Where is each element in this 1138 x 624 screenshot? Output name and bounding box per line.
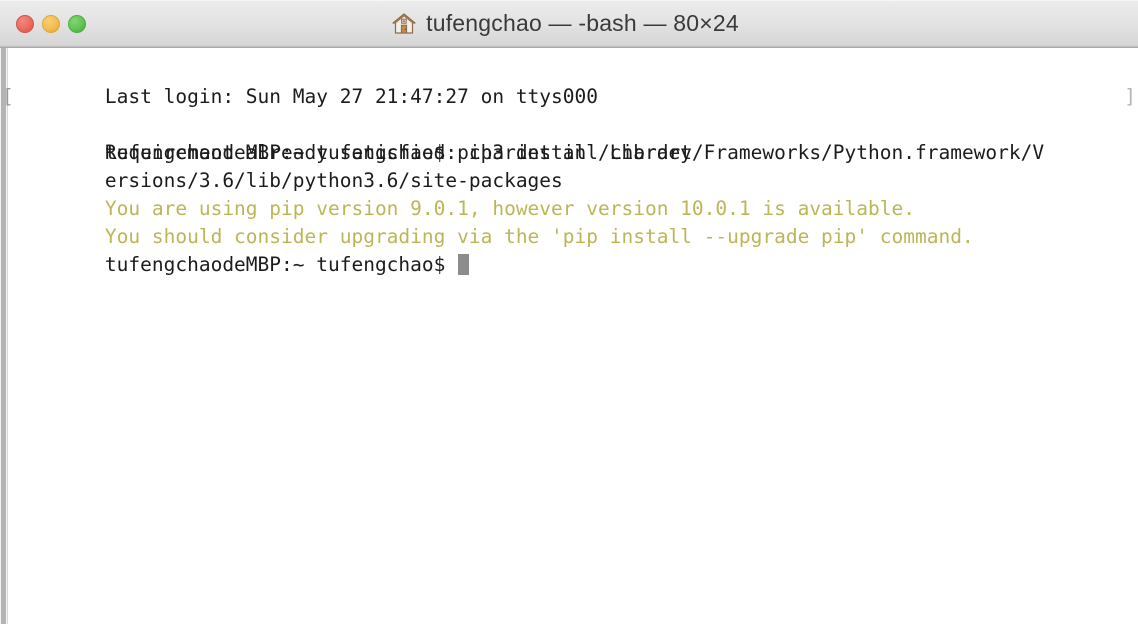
bracketed-paste-open-marker: [	[2, 85, 14, 108]
terminal-prompt: tufengchaodeMBP:~ tufengchao$	[104, 253, 458, 276]
terminal-line: Last login: Sun May 27 21:47:27 on ttys0…	[11, 55, 1138, 108]
close-button[interactable]	[16, 14, 34, 33]
terminal-line: Requirement already satisfied: chardet i…	[11, 111, 1138, 164]
bracketed-paste-close-marker: ]	[1124, 85, 1136, 108]
window-controls	[16, 14, 86, 33]
terminal-line-warning: You are using pip version 9.0.1, however…	[11, 167, 1138, 220]
window-title-area: tufengchao — -bash — 80×24	[391, 10, 739, 37]
terminal-cursor	[458, 254, 470, 275]
maximize-button[interactable]	[68, 14, 86, 33]
terminal-output: Last login: Sun May 27 21:47:27 on ttys0…	[2, 55, 1138, 276]
house-icon	[391, 11, 417, 37]
window-titlebar[interactable]: tufengchao — -bash — 80×24	[0, 0, 1138, 48]
terminal-line: [ tufengchaodeMBP:~ tufengchao$ pip3 ins…	[2, 83, 1138, 164]
terminal-line-warning: You should consider upgrading via the 'p…	[11, 195, 1138, 248]
scrollbar-thumb[interactable]	[1, 48, 6, 624]
terminal-line: ersions/3.6/lib/python3.6/site-packages	[11, 139, 1138, 192]
terminal-prompt-line[interactable]: tufengchaodeMBP:~ tufengchao$	[11, 223, 1138, 276]
window-title: tufengchao — -bash — 80×24	[426, 10, 739, 36]
terminal-window: tufengchao — -bash — 80×24 Last login: S…	[0, 0, 1138, 624]
terminal-content-area[interactable]: Last login: Sun May 27 21:47:27 on ttys0…	[0, 48, 1138, 624]
minimize-button[interactable]	[42, 14, 60, 33]
terminal-scrollbar[interactable]	[0, 48, 8, 624]
